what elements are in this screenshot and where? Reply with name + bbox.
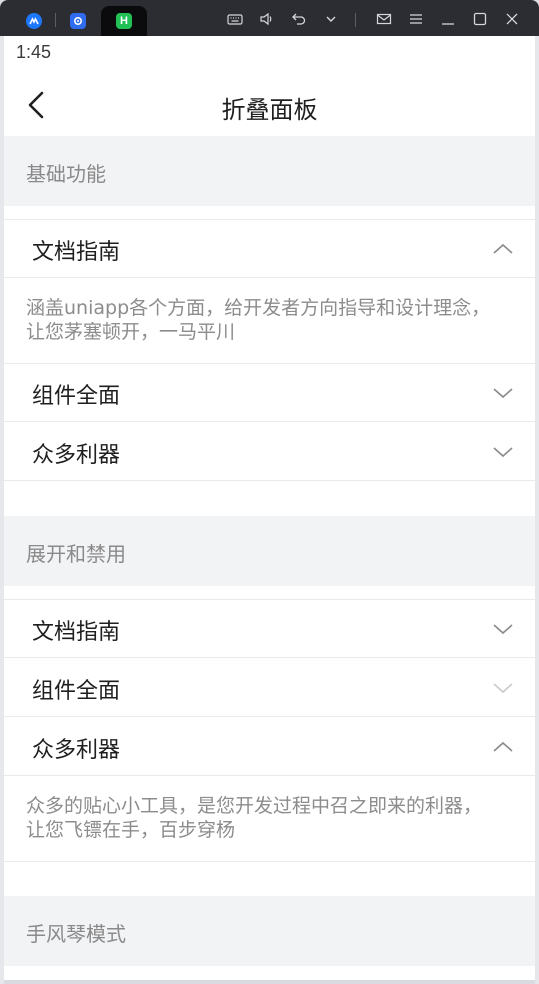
keyboard-icon[interactable] (224, 8, 246, 30)
volume-icon[interactable] (256, 8, 278, 30)
section-title: 手风琴模式 (26, 922, 126, 946)
collapse-item-title: 文档指南 (32, 620, 121, 645)
tab-app-2[interactable] (58, 6, 98, 36)
chevron-up-icon (493, 741, 513, 752)
window-titlebar: H (0, 0, 539, 36)
collapse-panel-content: 众多的贴心小工具，是您开发过程中召之即来的利器，让您飞镖在手，百步穿杨 (4, 776, 535, 862)
panel-text: 众多的贴心小工具，是您开发过程中召之即来的利器，让您飞镖在手，百步穿杨 (26, 795, 483, 841)
collapse-item-components-disabled: 组件全面 (4, 659, 535, 717)
collapse-item-docs[interactable]: 文档指南 (4, 600, 535, 658)
section-title: 展开和禁用 (26, 542, 126, 566)
chevron-up-icon (493, 243, 513, 254)
minimize-icon[interactable] (437, 8, 459, 30)
tab-divider (55, 13, 56, 27)
collapse-item-title: 众多利器 (32, 443, 121, 468)
section-title: 基础功能 (26, 162, 106, 186)
panel-text: 涵盖uniapp各个方面，给开发者方向指导和设计理念，让您茅塞顿开，一马平川 (26, 297, 491, 343)
status-time: 1:45 (16, 42, 52, 62)
collapse-item-tools[interactable]: 众多利器 (4, 718, 535, 776)
collapse-panel-content: 涵盖uniapp各个方面，给开发者方向指导和设计理念，让您茅塞顿开，一马平川 (4, 278, 535, 364)
section-header-expand-disable: 展开和禁用 (4, 516, 535, 586)
desktop-edge-right (535, 36, 539, 984)
undo-icon[interactable] (288, 8, 310, 30)
collapse-item-tools[interactable]: 众多利器 (4, 423, 535, 481)
chevron-down-icon[interactable] (320, 8, 342, 30)
tab-app-1[interactable] (14, 6, 54, 36)
collapse-item-title: 组件全面 (32, 384, 121, 409)
section-header-basic: 基础功能 (4, 136, 535, 206)
collapse-item-title: 文档指南 (32, 240, 121, 265)
collapse-item-components[interactable]: 组件全面 (4, 364, 535, 422)
page-title: 折叠面板 (221, 96, 318, 124)
phone-screen: 1:45 折叠面板 基础功能 文档指南 涵盖uniapp各个方面，给开发者方向指… (4, 36, 535, 980)
toolbar-divider (355, 13, 356, 27)
chevron-down-icon (493, 683, 513, 694)
collapse-item-docs[interactable]: 文档指南 (4, 220, 535, 278)
mail-icon[interactable] (373, 8, 395, 30)
menu-icon[interactable] (405, 8, 427, 30)
chevron-down-icon (493, 624, 513, 635)
section-header-accordion: 手风琴模式 (4, 896, 535, 966)
maximize-icon[interactable] (469, 8, 491, 30)
chevron-down-icon (493, 388, 513, 399)
hbuilder-logo-icon: H (116, 13, 132, 29)
nav-bar: 折叠面板 (4, 72, 535, 136)
tab-app-3-active[interactable]: H (101, 6, 147, 36)
app-logo-icon (26, 13, 42, 29)
collapse-item-title: 众多利器 (32, 738, 121, 763)
close-icon[interactable] (501, 8, 523, 30)
settings-gear-icon (70, 13, 86, 29)
chevron-down-icon (493, 447, 513, 458)
collapse-item-title: 组件全面 (32, 679, 121, 704)
